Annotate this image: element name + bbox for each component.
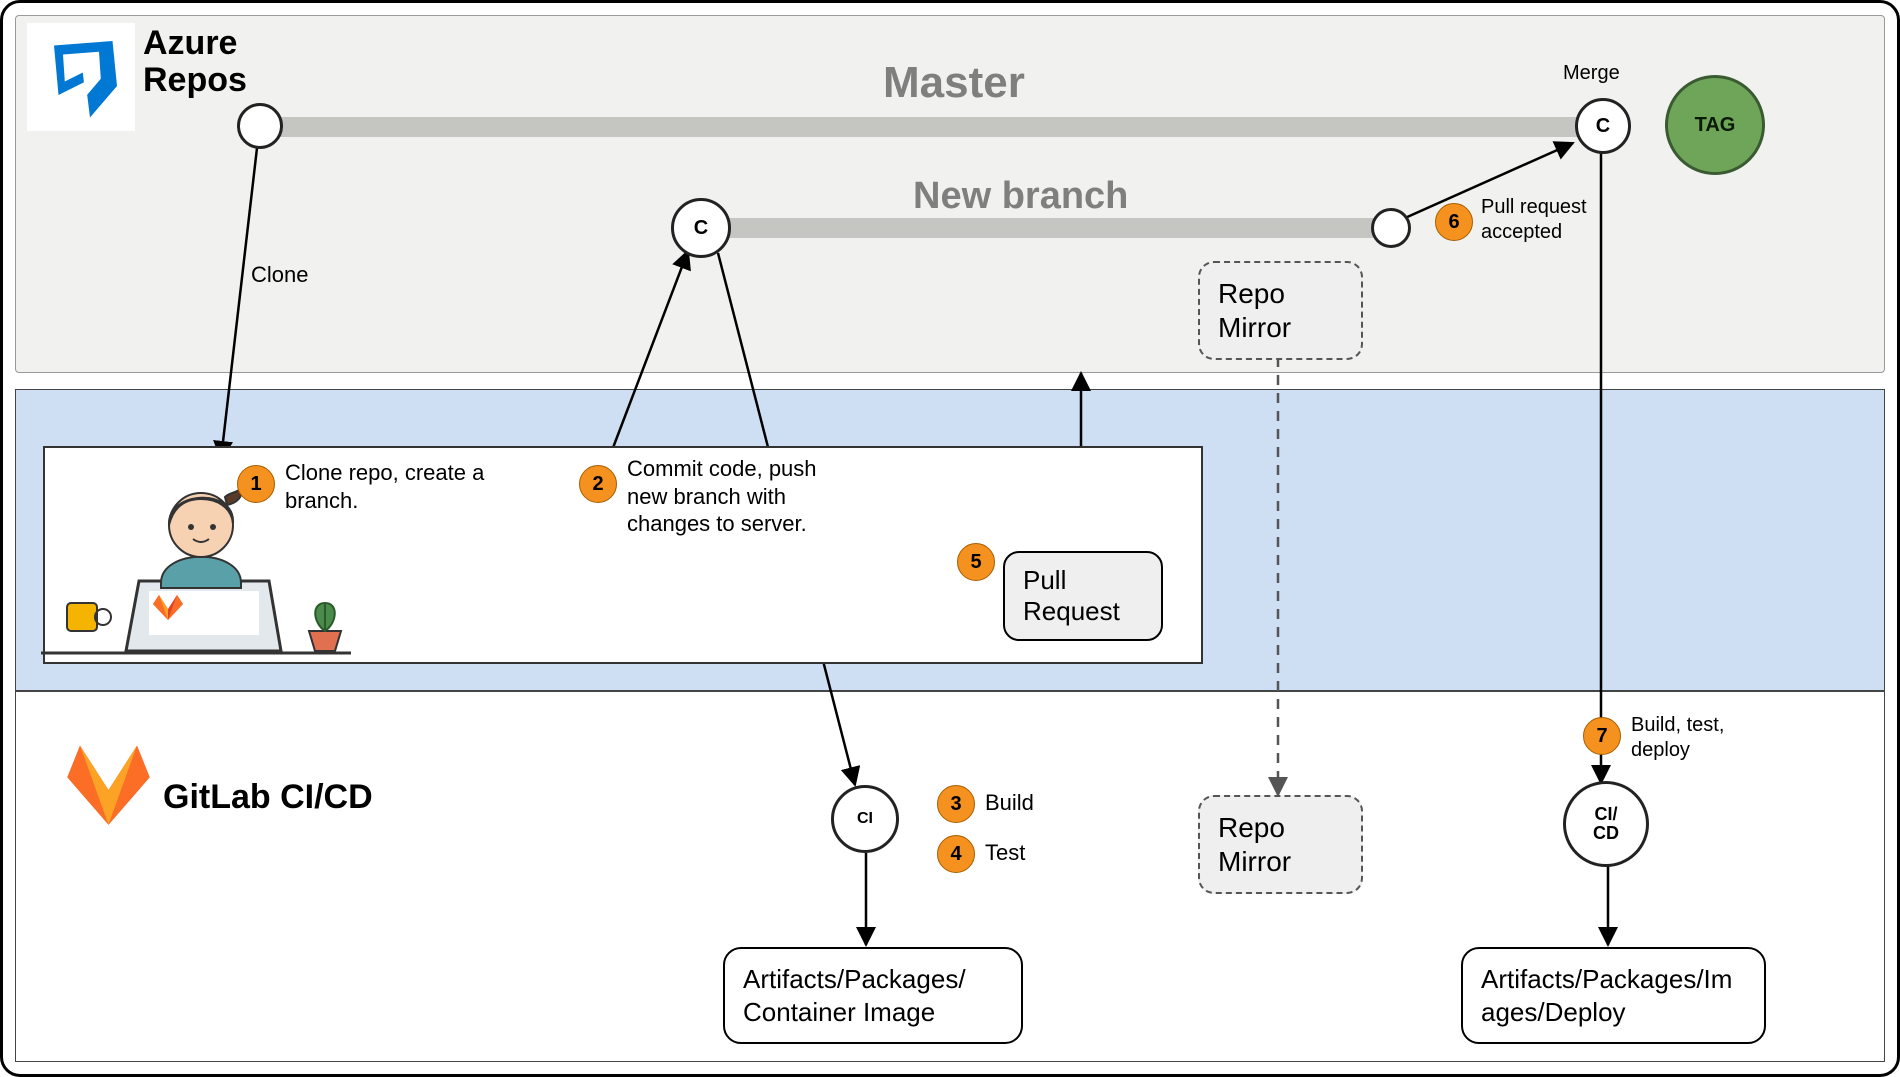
step-3-text: Build <box>985 789 1034 817</box>
branch-end-node <box>1371 208 1411 248</box>
azure-repos-title: Azure Repos <box>143 25 247 100</box>
step-7-badge: 7 <box>1583 717 1621 755</box>
repo-mirror-top: Repo Mirror <box>1198 261 1363 360</box>
step-6-text: Pull request accepted <box>1481 195 1587 245</box>
master-start-node <box>237 103 283 149</box>
step-6-badge: 6 <box>1435 203 1473 241</box>
gitlab-icon <box>61 741 156 831</box>
repo-mirror-bottom-text: Repo Mirror <box>1218 812 1291 877</box>
gitlab-title: GitLab CI/CD <box>163 778 373 817</box>
artifacts-box-1: Artifacts/Packages/ Container Image <box>723 947 1023 1044</box>
diagram-canvas: Azure Repos Master New branch C TAG Merg… <box>0 0 1900 1077</box>
azure-title-line1: Azure <box>143 24 237 62</box>
repo-mirror-top-text: Repo Mirror <box>1218 278 1291 343</box>
step-2-badge: 2 <box>579 465 617 503</box>
step-2-text: Commit code, push new branch with change… <box>627 455 817 538</box>
merge-commit-node: C <box>1575 98 1631 154</box>
pull-request-box: Pull Request <box>1003 551 1163 641</box>
artifacts-box-2: Artifacts/Packages/Im ages/Deploy <box>1461 947 1766 1044</box>
step-4-badge: 4 <box>937 835 975 873</box>
step-1-badge: 1 <box>237 465 275 503</box>
ci-node: CI <box>831 785 899 853</box>
step-1-text: Clone repo, create a branch. <box>285 459 484 514</box>
merge-label: Merge <box>1563 61 1620 86</box>
step-5-badge: 5 <box>957 543 995 581</box>
clone-label: Clone <box>251 261 308 289</box>
new-branch-label: New branch <box>913 175 1128 218</box>
master-branch-label: Master <box>883 58 1025 108</box>
repo-mirror-bottom: Repo Mirror <box>1198 795 1363 894</box>
artifacts-1-text: Artifacts/Packages/ Container Image <box>743 964 966 1027</box>
azure-repos-icon <box>27 23 135 131</box>
branch-commit-node: C <box>671 198 731 258</box>
step-7-text: Build, test, deploy <box>1631 713 1724 763</box>
cicd-node: CI/ CD <box>1563 781 1649 867</box>
step-4-text: Test <box>985 839 1025 867</box>
step-3-badge: 3 <box>937 785 975 823</box>
artifacts-2-text: Artifacts/Packages/Im ages/Deploy <box>1481 964 1732 1027</box>
tag-node: TAG <box>1665 75 1765 175</box>
azure-title-line2: Repos <box>143 61 247 99</box>
pull-request-text: Pull Request <box>1023 565 1120 626</box>
